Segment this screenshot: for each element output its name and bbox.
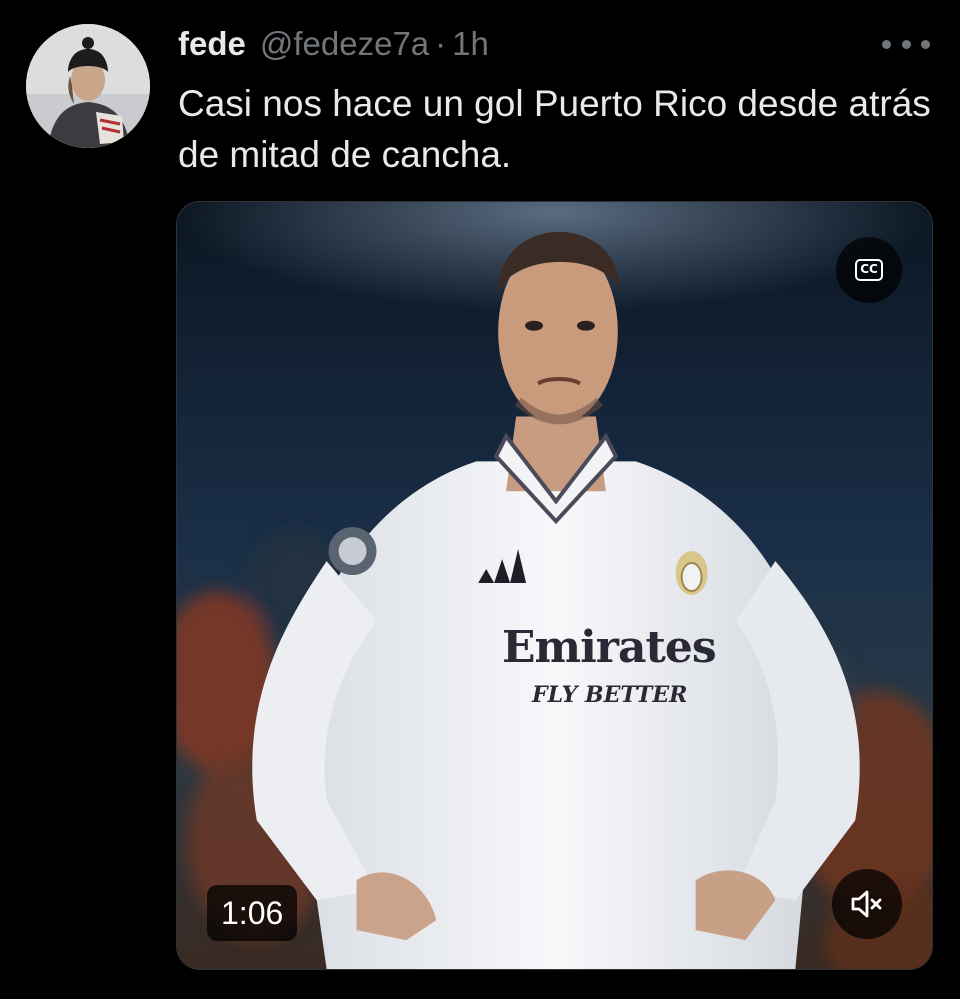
header-separator: ·: [435, 25, 447, 62]
tweet-header: fede @fedeze7a · 1h: [178, 22, 489, 66]
jersey-slogan: FLY BETTER: [532, 682, 688, 708]
more-dot: [901, 39, 911, 49]
author-name[interactable]: fede: [178, 25, 246, 63]
author-avatar[interactable]: [26, 24, 150, 148]
tweet-timestamp[interactable]: 1h: [452, 25, 489, 63]
more-dots-icon[interactable]: [882, 30, 930, 58]
captions-button[interactable]: CC: [836, 237, 902, 303]
mute-button[interactable]: [832, 869, 902, 939]
video-frame: [177, 202, 932, 969]
video-duration: 1:06: [207, 885, 298, 941]
tweet-text: Casi nos hace un gol Puerto Rico desde a…: [178, 83, 931, 175]
author-handle[interactable]: @fedeze7a: [260, 25, 429, 63]
video-player[interactable]: Emirates FLY BETTER CC 1:06: [176, 201, 933, 970]
avatar-image: [26, 24, 150, 148]
more-dot: [921, 39, 930, 49]
more-dot: [882, 39, 891, 49]
speaker-muted-icon: [851, 890, 882, 918]
jersey-sponsor: Emirates: [502, 622, 717, 673]
captions-icon: CC: [855, 259, 883, 281]
